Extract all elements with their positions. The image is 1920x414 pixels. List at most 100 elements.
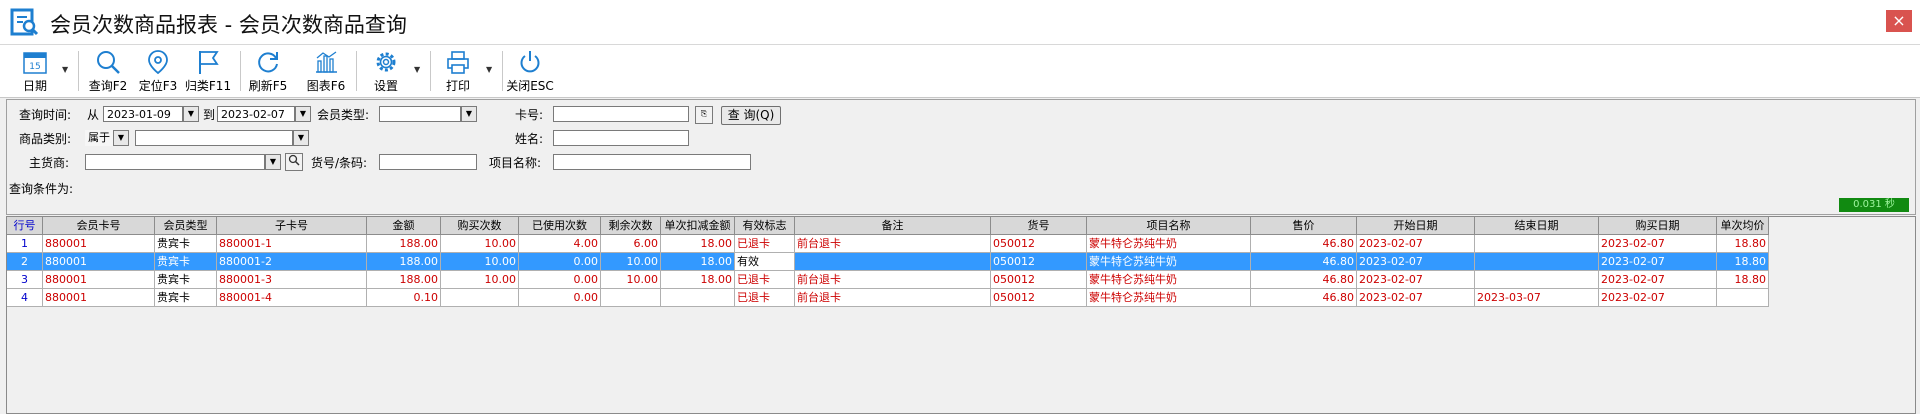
refresh-icon [258, 52, 278, 73]
member-type-select[interactable] [379, 106, 461, 122]
from-date-dropdown[interactable]: ▼ [183, 106, 199, 122]
settings-dropdown-arrow[interactable]: ▼ [414, 65, 420, 74]
column-header-5[interactable]: 购买次数 [441, 217, 519, 235]
printer-icon [447, 51, 469, 74]
print-dropdown-arrow[interactable]: ▼ [486, 65, 492, 74]
to-label: 到 [203, 108, 216, 122]
column-header-10[interactable]: 备注 [795, 217, 991, 235]
table-cell-4: 188.00 [367, 271, 441, 289]
table-cell-2: 贵宾卡 [155, 289, 217, 307]
to-date-input[interactable]: 2023-02-07 [217, 106, 295, 122]
table-cell-11: 050012 [991, 289, 1087, 307]
results-table[interactable]: 行号 会员卡号 会员类型 子卡号 金额 购买次数 已使用次数 剩余次数 单次扣减金额 有效标志 备注… [6, 216, 1916, 414]
card-picker-icon[interactable]: ⎘ [695, 106, 713, 124]
member-type-label: 会员类型: [317, 108, 370, 122]
gear-icon [376, 52, 396, 72]
name-input[interactable] [553, 130, 689, 146]
table-cell-9: 已退卡 [735, 271, 795, 289]
column-header-1[interactable]: 会员卡号 [43, 217, 155, 235]
supplier-search-icon[interactable] [285, 153, 303, 171]
column-header-4[interactable]: 金额 [367, 217, 441, 235]
table-cell-15 [1475, 253, 1599, 271]
column-header-16[interactable]: 购买日期 [1599, 217, 1717, 235]
table-cell-1: 880001 [43, 271, 155, 289]
item-name-label: 项目名称: [489, 156, 542, 170]
toolbar-separator [240, 51, 241, 91]
table-cell-2: 贵宾卡 [155, 271, 217, 289]
column-header-9[interactable]: 有效标志 [735, 217, 795, 235]
table-cell-11: 050012 [991, 235, 1087, 253]
table-cell-4: 188.00 [367, 235, 441, 253]
table-cell-12: 蒙牛特仑苏纯牛奶 [1087, 271, 1251, 289]
column-header-14[interactable]: 开始日期 [1357, 217, 1475, 235]
locate-button[interactable]: 定位F3 [136, 47, 180, 95]
category-dropdown[interactable]: ▼ [293, 130, 309, 146]
supplier-input[interactable] [85, 154, 265, 170]
table-cell-10: 前台退卡 [795, 235, 991, 253]
query-button[interactable]: 查询F2 [86, 47, 130, 95]
table-cell-7 [601, 289, 661, 307]
table-cell-8 [661, 289, 735, 307]
settings-button[interactable]: 设置 [364, 47, 408, 95]
item-name-input[interactable] [553, 154, 751, 170]
date-button[interactable]: 15 日期 [14, 47, 56, 95]
card-no-input[interactable] [553, 106, 689, 122]
column-header-17[interactable]: 单次均价 [1717, 217, 1769, 235]
toolbar-separator [78, 51, 79, 91]
table-cell-5: 10.00 [441, 253, 519, 271]
table-cell-5 [441, 289, 519, 307]
column-header-13[interactable]: 售价 [1251, 217, 1357, 235]
toolbar-separator [502, 51, 503, 91]
column-header-15[interactable]: 结束日期 [1475, 217, 1599, 235]
sku-input[interactable] [379, 154, 477, 170]
table-cell-16: 2023-02-07 [1599, 271, 1717, 289]
column-header-11[interactable]: 货号 [991, 217, 1087, 235]
table-cell-6: 0.00 [519, 271, 601, 289]
column-header-2[interactable]: 会员类型 [155, 217, 217, 235]
from-date-input[interactable]: 2023-01-09 [103, 106, 183, 122]
query-submit-button[interactable]: 查 询(Q) [721, 106, 781, 125]
title-bar: 会员次数商品报表 - 会员次数商品查询 × [0, 0, 1920, 45]
refresh-button[interactable]: 刷新F5 [246, 47, 290, 95]
date-dropdown-arrow[interactable]: ▼ [62, 65, 68, 74]
table-cell-7: 6.00 [601, 235, 661, 253]
to-date-dropdown[interactable]: ▼ [295, 106, 311, 122]
table-cell-16: 2023-02-07 [1599, 253, 1717, 271]
card-no-label: 卡号: [515, 108, 544, 122]
query-timer-badge: 0.031 秒 [1839, 198, 1909, 212]
table-cell-1: 880001 [43, 253, 155, 271]
column-header-12[interactable]: 项目名称 [1087, 217, 1251, 235]
column-header-7[interactable]: 剩余次数 [601, 217, 661, 235]
window-title: 会员次数商品报表 - 会员次数商品查询 [50, 13, 407, 37]
flag-icon [199, 51, 219, 74]
table-cell-7: 10.00 [601, 253, 661, 271]
table-cell-16: 2023-02-07 [1599, 289, 1717, 307]
column-header-0[interactable]: 行号 [7, 217, 43, 235]
column-header-3[interactable]: 子卡号 [217, 217, 367, 235]
category-select[interactable] [135, 130, 293, 146]
refresh-button-label: 刷新F5 [248, 79, 288, 93]
column-header-8[interactable]: 单次扣减金额 [661, 217, 735, 235]
close-button[interactable]: 关闭ESC [506, 47, 554, 95]
sku-label: 货号/条码: [311, 156, 368, 170]
from-label: 从 [87, 108, 100, 122]
column-header-6[interactable]: 已使用次数 [519, 217, 601, 235]
table-cell-8: 18.00 [661, 253, 735, 271]
table-cell-17 [1717, 289, 1769, 307]
table-cell-13: 46.80 [1251, 289, 1357, 307]
table-cell-15: 2023-03-07 [1475, 289, 1599, 307]
supplier-dropdown[interactable]: ▼ [265, 154, 281, 170]
table-cell-13: 46.80 [1251, 271, 1357, 289]
category-operator-dropdown[interactable]: ▼ [113, 130, 129, 146]
table-cell-6: 0.00 [519, 253, 601, 271]
power-icon [520, 51, 540, 73]
table-cell-9: 已退卡 [735, 289, 795, 307]
print-button-label: 打印 [445, 79, 470, 93]
member-type-dropdown[interactable]: ▼ [461, 106, 477, 122]
print-button[interactable]: 打印 [438, 47, 478, 95]
close-window-button[interactable]: × [1886, 10, 1912, 32]
table-cell-12: 蒙牛特仑苏纯牛奶 [1087, 289, 1251, 307]
table-cell-7: 10.00 [601, 271, 661, 289]
chart-button[interactable]: 图表F6 [304, 47, 348, 95]
classify-button[interactable]: 归类F11 [184, 47, 232, 95]
